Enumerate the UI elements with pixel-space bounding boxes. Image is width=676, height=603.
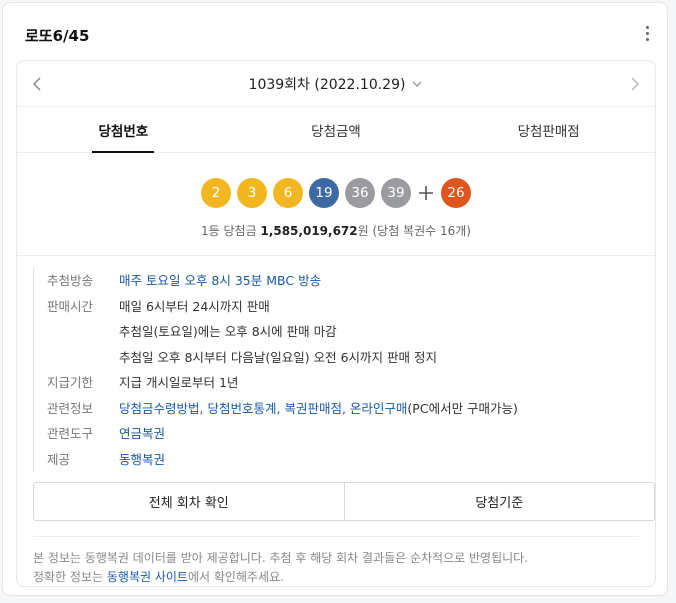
lotto-card: 로또6/45 1039회차 (2022.10.29) 당첨번호 당첨금액 당첨판… — [2, 2, 668, 596]
round-label: 1039회차 (2022.10.29) — [248, 76, 406, 93]
plus-icon — [417, 178, 435, 208]
first-prize-line: 1등 당첨금 1,585,019,672원 (당첨 복권수 16개) — [17, 222, 655, 239]
lotto-panel: 1039회차 (2022.10.29) 당첨번호 당첨금액 당첨판매점 2 3 … — [16, 60, 656, 587]
view-all-rounds-button[interactable]: 전체 회차 확인 — [34, 483, 344, 520]
number-ball: 36 — [345, 178, 375, 208]
info-list: 추첨방송 매주 토요일 오후 8시 35분 MBC 방송 판매시간 매일 6시부… — [33, 268, 655, 472]
notice-suffix: 에서 확인해주세요. — [187, 570, 284, 584]
info-label: 추첨방송 — [47, 273, 94, 288]
more-options-icon[interactable] — [637, 21, 657, 45]
number-ball: 39 — [381, 178, 411, 208]
number-ball: 2 — [201, 178, 231, 208]
tab-winning-numbers[interactable]: 당첨번호 — [17, 107, 230, 152]
info-row-draw: 추첨방송 매주 토요일 오후 8시 35분 MBC 방송 — [47, 268, 655, 294]
online-purchase-link[interactable]: 온라인구매 — [350, 401, 408, 416]
pc-only-note: (PC에서만 구매가능) — [407, 400, 518, 416]
info-row-provider: 제공 동행복권 — [47, 447, 655, 473]
notice-prefix: 정확한 정보는 — [33, 570, 107, 584]
prize-prefix: 1등 당첨금 — [201, 224, 257, 238]
sale-time-line: 추첨일(토요일)에는 오후 8시에 판매 마감 — [119, 324, 337, 339]
info-label: 관련정보 — [47, 400, 94, 416]
chevron-left-icon[interactable] — [29, 75, 47, 93]
number-ball: 3 — [237, 178, 267, 208]
info-row-tools: 관련도구 연금복권 — [47, 421, 655, 447]
sale-time-line: 매일 6시부터 24시까지 판매 — [119, 298, 270, 314]
card-title: 로또6/45 — [25, 27, 90, 45]
winning-criteria-button[interactable]: 당첨기준 — [343, 483, 655, 520]
info-label: 관련도구 — [47, 426, 94, 441]
info-row-payment: 지급기한 지급 개시일로부터 1년 — [47, 370, 655, 396]
chevron-down-icon — [412, 81, 422, 87]
number-ball: 6 — [273, 178, 303, 208]
tab-prize-amounts[interactable]: 당첨금액 — [230, 107, 443, 152]
info-row-related: 관련정보 당첨금수령방법, 당첨번호통계, 복권판매점, 온라인구매(PC에서만… — [47, 396, 655, 422]
notice-line: 정확한 정보는 동행복권 사이트에서 확인해주세요. — [33, 568, 639, 586]
number-ball: 19 — [309, 178, 339, 208]
winning-numbers: 2 3 6 19 36 39 26 — [17, 178, 655, 208]
lottery-stores-link[interactable]: 복권판매점 — [284, 401, 342, 416]
round-selector-bar: 1039회차 (2022.10.29) — [17, 61, 655, 107]
provider-link[interactable]: 동행복권 — [119, 452, 165, 467]
divider — [17, 255, 655, 256]
sale-time-line: 추첨일 오후 8시부터 다음날(일요일) 오전 6시까지 판매 정지 — [119, 349, 437, 365]
tab-bar: 당첨번호 당첨금액 당첨판매점 — [17, 107, 655, 153]
tab-winning-stores[interactable]: 당첨판매점 — [442, 107, 655, 152]
payment-deadline: 지급 개시일로부터 1년 — [119, 375, 239, 390]
info-label: 제공 — [47, 451, 71, 467]
info-label: 판매시간 — [47, 298, 94, 314]
action-buttons: 전체 회차 확인 당첨기준 — [33, 482, 655, 521]
round-dropdown[interactable]: 1039회차 (2022.10.29) — [249, 74, 424, 94]
notice-text: 본 정보는 동행복권 데이터를 받아 제공합니다. 추첨 후 해당 회차 결과들… — [33, 536, 639, 586]
donghang-site-link[interactable]: 동행복권 사이트 — [107, 570, 188, 584]
info-label: 지급기한 — [47, 375, 94, 390]
prize-suffix: 원 (당첨 복권수 16개) — [357, 224, 471, 238]
pension-lottery-link[interactable]: 연금복권 — [119, 426, 165, 441]
notice-line: 본 정보는 동행복권 데이터를 받아 제공합니다. 추첨 후 해당 회차 결과들… — [33, 551, 529, 565]
chevron-right-icon[interactable] — [625, 75, 643, 93]
bonus-ball: 26 — [441, 178, 471, 208]
draw-broadcast-link[interactable]: 매주 토요일 오후 8시 35분 MBC 방송 — [119, 273, 321, 288]
prize-amount: 1,585,019,672 — [260, 224, 358, 238]
number-stats-link[interactable]: 당첨번호통계 — [207, 401, 276, 416]
claim-method-link[interactable]: 당첨금수령방법 — [119, 401, 200, 416]
info-row-sale: 판매시간 매일 6시부터 24시까지 판매 추첨일(토요일)에는 오후 8시에 … — [47, 294, 655, 371]
